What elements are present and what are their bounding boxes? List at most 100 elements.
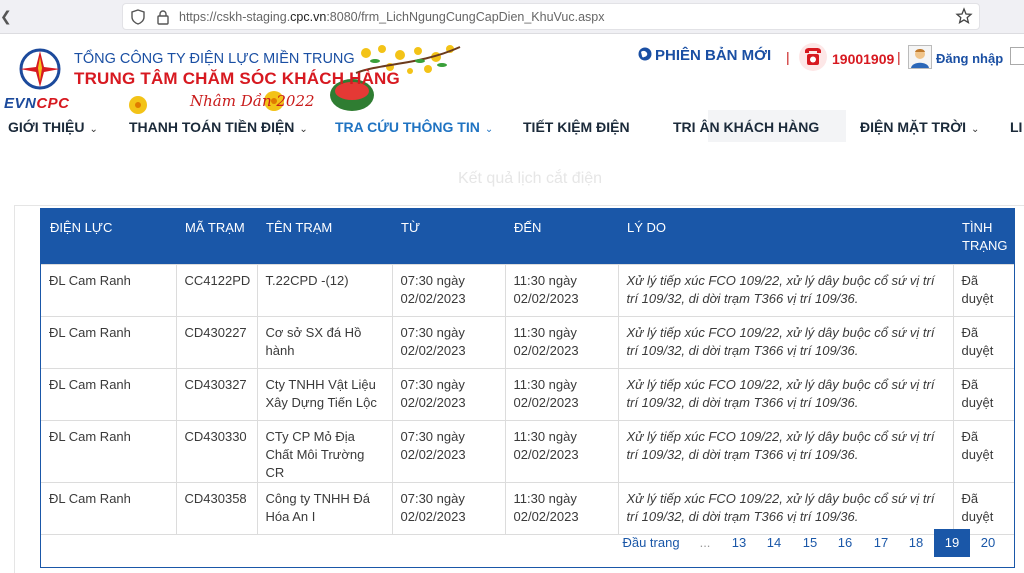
column-header: LÝ DO <box>627 220 667 235</box>
tet-greeting: Nhâm Dần 2022 <box>190 92 315 110</box>
nav-label: TIẾT KIỆM ĐIỆN <box>523 119 630 135</box>
pager-ellipsis[interactable]: ... <box>694 529 716 557</box>
bookmark-star-icon[interactable] <box>955 7 973 25</box>
phone-icon <box>799 43 827 71</box>
cell-ma-tram: CD430330 <box>175 419 258 483</box>
globe-icon <box>638 47 652 61</box>
pager-page-19-current[interactable]: 19 <box>934 529 970 557</box>
table-row: ĐL Cam Ranh CD430227 Cơ sở SX đá Hồ hành… <box>41 315 1014 369</box>
nav-item-tiet-kiem[interactable]: TIẾT KIỆM ĐIỆN <box>523 119 630 135</box>
url-prefix: https://cskh-staging. <box>179 10 291 24</box>
cell-den: 11:30 ngày 02/02/2023 <box>504 263 619 317</box>
cell-ten-tram: Cơ sở SX đá Hồ hành <box>256 315 393 369</box>
nav-item-more[interactable]: LI <box>1010 119 1022 135</box>
cell-ly-do: Xử lý tiếp xúc FCO 109/22, xử lý dây buộ… <box>617 315 954 369</box>
cell-den: 11:30 ngày 02/02/2023 <box>504 419 619 483</box>
cell-ly-do: Xử lý tiếp xúc FCO 109/22, xử lý dây buộ… <box>617 263 954 317</box>
search-box[interactable] <box>1010 47 1024 65</box>
url-suffix: :8080/frm_LichNgungCungCapDien_KhuVuc.as… <box>326 10 605 24</box>
column-header: ĐẾN <box>514 220 542 235</box>
cell-den: 11:30 ngày 02/02/2023 <box>504 367 619 421</box>
pager-page-17[interactable]: 17 <box>865 529 897 557</box>
evn-logo-icon[interactable] <box>16 47 64 91</box>
user-avatar-icon[interactable] <box>908 45 932 69</box>
separator: | <box>786 49 790 65</box>
nav-item-thanh-toan[interactable]: THANH TOÁN TIỀN ĐIỆN ⌄ <box>129 119 308 135</box>
cell-ten-tram: CTy CP Mỏ Địa Chất Môi Trường CR <box>256 419 393 483</box>
chevron-down-icon: ⌄ <box>484 124 494 135</box>
new-version-label: PHIÊN BẢN MỚI <box>655 47 772 64</box>
center-name: TRUNG TÂM CHĂM SÓC KHÁCH HÀNG <box>74 69 400 88</box>
column-header: TỪ <box>401 220 421 235</box>
cell-ma-tram: CD430227 <box>175 315 258 369</box>
pager-page-20[interactable]: 20 <box>972 529 1004 557</box>
logo-brand: EVNCPC <box>4 95 70 112</box>
separator: | <box>897 49 901 65</box>
cell-dien-luc: ĐL Cam Ranh <box>41 419 177 483</box>
pager-page-13[interactable]: 13 <box>723 529 755 557</box>
pager-page-18[interactable]: 18 <box>900 529 932 557</box>
chevron-down-icon: ⌄ <box>971 124 980 135</box>
chevron-down-icon: ⌄ <box>299 124 308 135</box>
cell-ten-tram: T.22CPD -(12) <box>256 263 393 317</box>
url-text[interactable]: https://cskh-staging.cpc.vn:8080/frm_Lic… <box>179 10 605 24</box>
nav-item-gioi-thieu[interactable]: GIỚI THIỆU ⌄ <box>8 119 98 135</box>
shield-icon[interactable] <box>131 9 145 25</box>
new-version-link[interactable]: PHIÊN BẢN MỚI <box>638 47 771 64</box>
pager-page-16[interactable]: 16 <box>829 529 861 557</box>
site-header: EVNCPC TỔNG CÔNG TY ĐIỆN LỰC MIỀN TRUNG … <box>0 35 1024 114</box>
column-header: MÃ TRẠM <box>185 220 245 235</box>
nav-label: TRI ÂN KHÁCH HÀNG <box>673 119 820 135</box>
cell-ly-do: Xử lý tiếp xúc FCO 109/22, xử lý dây buộ… <box>617 419 954 483</box>
column-header: TÊN TRẠM <box>266 220 333 235</box>
nav-label: ĐIỆN MẶT TRỜI <box>860 119 967 135</box>
table-row: ĐL Cam Ranh CD430327 Cty TNHH Vật Liệu X… <box>41 367 1014 421</box>
address-bar[interactable]: https://cskh-staging.cpc.vn:8080/frm_Lic… <box>122 3 980 30</box>
brand-evn: EVN <box>4 95 37 112</box>
chevron-down-icon: ⌄ <box>89 124 98 135</box>
schedule-table-container: ĐIỆN LỰC MÃ TRẠM TÊN TRẠM TỪ ĐẾN LÝ DO T… <box>40 208 1015 568</box>
pager-page-15[interactable]: 15 <box>794 529 826 557</box>
pager-page-14[interactable]: 14 <box>758 529 790 557</box>
outage-schedule-table: ĐIỆN LỰC MÃ TRẠM TÊN TRẠM TỪ ĐẾN LÝ DO T… <box>41 209 1014 535</box>
nav-label: GIỚI THIỆU <box>8 119 85 135</box>
cell-ly-do: Xử lý tiếp xúc FCO 109/22, xử lý dây buộ… <box>617 367 954 421</box>
cell-ten-tram: Cty TNHH Vật Liệu Xây Dựng Tiến Lộc <box>256 367 393 421</box>
nav-label: LI <box>1010 119 1023 135</box>
hotline-number[interactable]: 19001909 <box>832 51 894 67</box>
page-title: Kết quả lịch cắt điện <box>457 170 603 187</box>
browser-toolbar: ❮ https://cskh-staging.cpc.vn:8080/frm_L… <box>0 0 1024 34</box>
cell-tinh-trang: Đã duyệt <box>952 367 1014 421</box>
cell-tinh-trang: Đã duyệt <box>952 419 1014 483</box>
table-row: ĐL Cam Ranh CD430330 CTy CP Mỏ Địa Chất … <box>41 419 1014 483</box>
pager-first-page[interactable]: Đầu trang <box>618 529 684 557</box>
cell-dien-luc: ĐL Cam Ranh <box>41 367 177 421</box>
pagination: Đầu trang ... 13 14 15 16 17 18 19 20 <box>40 523 1015 560</box>
nav-item-tri-an[interactable]: TRI ÂN KHÁCH HÀNG <box>673 119 819 135</box>
login-link[interactable]: Đăng nhập <box>936 51 1003 66</box>
cell-ma-tram: CD430327 <box>175 367 258 421</box>
main-nav: GIỚI THIỆU ⌄ THANH TOÁN TIỀN ĐIỆN ⌄ TRA CỨ… <box>0 113 1024 143</box>
cell-ma-tram: CC4122PD <box>175 263 258 317</box>
nav-item-tra-cuu[interactable]: TRA CỨU THÔNG TIN ⌄ <box>335 119 493 135</box>
cell-dien-luc: ĐL Cam Ranh <box>41 263 177 317</box>
cell-tu: 07:30 ngày 02/02/2023 <box>391 263 506 317</box>
table-header-row: ĐIỆN LỰC MÃ TRẠM TÊN TRẠM TỪ ĐẾN LÝ DO T… <box>41 209 1014 264</box>
column-header: TÌNH TRẠNG <box>962 220 1008 253</box>
panel-border <box>14 205 1024 206</box>
cell-tu: 07:30 ngày 02/02/2023 <box>391 419 506 483</box>
back-icon[interactable]: ❮ <box>0 8 14 26</box>
table-row: ĐL Cam Ranh CC4122PD T.22CPD -(12) 07:30… <box>41 263 1014 317</box>
column-header: ĐIỆN LỰC <box>50 220 113 235</box>
cell-tinh-trang: Đã duyệt <box>952 315 1014 369</box>
url-host: cpc.vn <box>290 10 327 24</box>
panel-border <box>14 205 15 573</box>
cell-dien-luc: ĐL Cam Ranh <box>41 315 177 369</box>
cell-den: 11:30 ngày 02/02/2023 <box>504 315 619 369</box>
cell-tu: 07:30 ngày 02/02/2023 <box>391 367 506 421</box>
lock-icon[interactable] <box>156 9 170 25</box>
nav-label: THANH TOÁN TIỀN ĐIỆN <box>129 119 295 135</box>
nav-label: TRA CỨU THÔNG TIN <box>335 119 480 135</box>
nav-item-dien-mat-troi[interactable]: ĐIỆN MẶT TRỜI ⌄ <box>860 119 979 135</box>
brand-cpc: CPC <box>36 95 70 112</box>
